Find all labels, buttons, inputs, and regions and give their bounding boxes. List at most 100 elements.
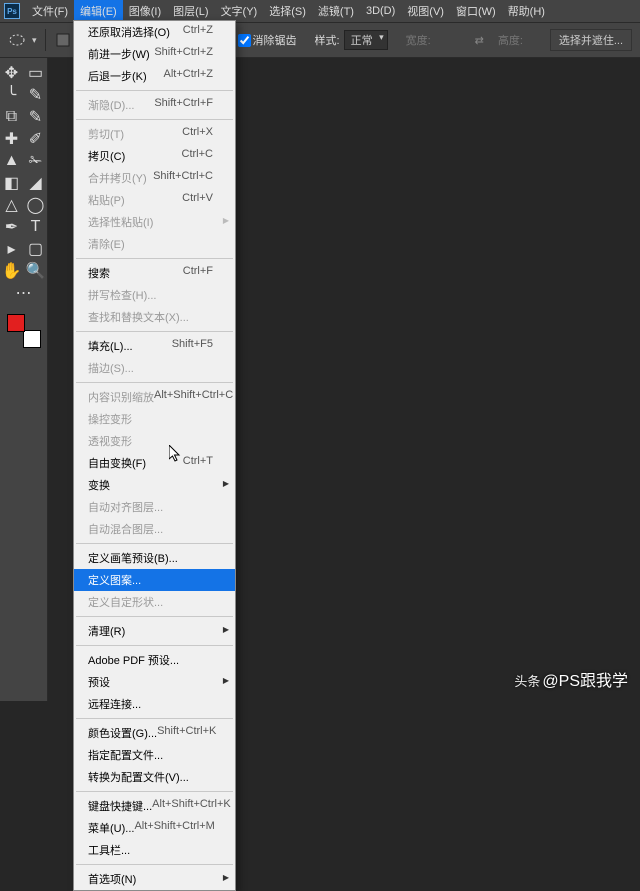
menu-item-shortcut: Shift+Ctrl+Z — [154, 46, 213, 62]
menu-item-label: 拷贝(C) — [88, 148, 125, 164]
menu-item[interactable]: 预设 — [74, 671, 235, 693]
menu-image[interactable]: 图像(I) — [123, 0, 167, 22]
menu-item[interactable]: 定义画笔预设(B)... — [74, 547, 235, 569]
gradient-tool-icon[interactable]: ◢ — [25, 173, 47, 193]
menu-item[interactable]: 工具栏... — [74, 839, 235, 861]
antialias-label: 消除锯齿 — [253, 32, 297, 48]
eyedropper-tool-icon[interactable]: ✎ — [25, 107, 47, 127]
foreground-swatch[interactable] — [7, 314, 25, 332]
menu-layer[interactable]: 图层(L) — [167, 0, 214, 22]
menu-separator — [76, 90, 233, 91]
history-brush-tool-icon[interactable]: ✁ — [25, 151, 47, 171]
menu-item[interactable]: 颜色设置(G)...Shift+Ctrl+K — [74, 722, 235, 744]
background-swatch[interactable] — [23, 330, 41, 348]
menu-item-shortcut: Alt+Ctrl+Z — [163, 68, 213, 84]
menu-window[interactable]: 窗口(W) — [450, 0, 502, 22]
edit-menu-dropdown: 还原取消选择(O)Ctrl+Z前进一步(W)Shift+Ctrl+Z后退一步(K… — [73, 20, 236, 891]
menu-item[interactable]: 指定配置文件... — [74, 744, 235, 766]
menu-separator — [76, 791, 233, 792]
menu-item: 操控变形 — [74, 408, 235, 430]
shape-tool-icon[interactable]: ▢ — [25, 239, 47, 259]
lasso-tool-icon[interactable]: ╰ — [1, 85, 23, 105]
menu-item-label: Adobe PDF 预设... — [88, 652, 179, 668]
menu-item-label: 自由变换(F) — [88, 455, 146, 471]
menu-item[interactable]: 自由变换(F) Ctrl+T — [74, 452, 235, 474]
eraser-tool-icon[interactable]: ◧ — [1, 173, 23, 193]
menu-item-shortcut: Ctrl+F — [183, 265, 213, 281]
healing-tool-icon[interactable]: ✚ — [1, 129, 23, 149]
hand-tool-icon[interactable]: ✋ — [1, 261, 23, 281]
menu-type[interactable]: 文字(Y) — [215, 0, 264, 22]
menu-item[interactable]: 键盘快捷键...Alt+Shift+Ctrl+K — [74, 795, 235, 817]
menu-item-label: 清理(R) — [88, 623, 125, 639]
menu-edit[interactable]: 编辑(E) — [74, 0, 123, 22]
menu-filter[interactable]: 滤镜(T) — [312, 0, 360, 22]
menu-item[interactable]: 还原取消选择(O)Ctrl+Z — [74, 21, 235, 43]
menu-select[interactable]: 选择(S) — [263, 0, 312, 22]
select-and-mask-button[interactable]: 选择并遮住... — [550, 29, 632, 51]
edit-toolbar-icon[interactable]: ⋯ — [13, 283, 35, 303]
width-label: 宽度: — [406, 32, 431, 48]
menu-3d[interactable]: 3D(D) — [360, 2, 401, 20]
zoom-tool-icon[interactable]: 🔍 — [25, 261, 47, 281]
menu-item[interactable]: 菜单(U)...Alt+Shift+Ctrl+M — [74, 817, 235, 839]
menu-separator — [76, 718, 233, 719]
menu-item[interactable]: 前进一步(W)Shift+Ctrl+Z — [74, 43, 235, 65]
menu-item-label: 后退一步(K) — [88, 68, 147, 84]
blur-tool-icon[interactable]: △ — [1, 195, 23, 215]
menu-item[interactable]: 远程连接... — [74, 693, 235, 715]
path-select-tool-icon[interactable]: ▸ — [1, 239, 23, 259]
menu-item-shortcut: Alt+Shift+Ctrl+M — [134, 820, 214, 836]
color-swatches[interactable] — [7, 314, 41, 348]
move-tool-icon[interactable]: ✥ — [1, 63, 23, 83]
crop-tool-icon[interactable]: ⧉ — [1, 107, 23, 127]
menu-item[interactable]: 搜索Ctrl+F — [74, 262, 235, 284]
menu-item-shortcut: Ctrl+X — [182, 126, 213, 142]
menu-item[interactable]: 变换 — [74, 474, 235, 496]
menu-item: 清除(E) — [74, 233, 235, 255]
new-selection-icon[interactable] — [54, 31, 72, 49]
menu-item[interactable]: 后退一步(K) Alt+Ctrl+Z — [74, 65, 235, 87]
menu-item-label: 拼写检查(H)... — [88, 287, 156, 303]
menu-separator — [76, 543, 233, 544]
pen-tool-icon[interactable]: ✒ — [1, 217, 23, 237]
height-label: 高度: — [498, 32, 523, 48]
menu-item[interactable]: 转换为配置文件(V)... — [74, 766, 235, 788]
dodge-tool-icon[interactable]: ◯ — [25, 195, 47, 215]
antialias-checkbox[interactable] — [238, 34, 251, 47]
menu-item[interactable]: Adobe PDF 预设... — [74, 649, 235, 671]
menu-view[interactable]: 视图(V) — [401, 0, 450, 22]
menu-separator — [76, 382, 233, 383]
menu-item-shortcut: Ctrl+T — [183, 455, 213, 471]
stamp-tool-icon[interactable]: ▲ — [1, 151, 23, 171]
menu-item-label: 透视变形 — [88, 433, 132, 449]
menu-item-label: 还原取消选择(O) — [88, 24, 170, 40]
menu-item-label: 首选项(N) — [88, 871, 136, 887]
menu-item[interactable]: 拷贝(C)Ctrl+C — [74, 145, 235, 167]
menu-item: 自动对齐图层... — [74, 496, 235, 518]
menu-item: 描边(S)... — [74, 357, 235, 379]
menu-help[interactable]: 帮助(H) — [502, 0, 551, 22]
menu-item[interactable]: 首选项(N) — [74, 868, 235, 890]
brush-tool-icon[interactable]: ✐ — [25, 129, 47, 149]
menu-separator — [76, 864, 233, 865]
type-tool-icon[interactable]: T — [25, 217, 47, 237]
menu-item[interactable]: 填充(L)...Shift+F5 — [74, 335, 235, 357]
menu-item: 定义自定形状... — [74, 591, 235, 613]
menu-item-label: 内容识别缩放 — [88, 389, 154, 405]
menu-item-label: 定义图案... — [88, 572, 141, 588]
menu-item-shortcut: Alt+Shift+Ctrl+C — [154, 389, 233, 405]
menu-item[interactable]: 定义图案... — [74, 569, 235, 591]
artboard-tool-icon[interactable]: ▭ — [25, 63, 47, 83]
menu-item-label: 工具栏... — [88, 842, 130, 858]
style-dropdown[interactable]: 正常 — [344, 30, 388, 50]
ellipse-marquee-icon[interactable] — [8, 31, 26, 49]
menu-item: 拼写检查(H)... — [74, 284, 235, 306]
quick-select-tool-icon[interactable]: ✎ — [25, 85, 47, 105]
menu-item-label: 颜色设置(G)... — [88, 725, 157, 741]
menu-file[interactable]: 文件(F) — [26, 0, 74, 22]
menu-item-label: 清除(E) — [88, 236, 125, 252]
menu-item-label: 选择性粘贴(I) — [88, 214, 153, 230]
menu-item[interactable]: 清理(R) — [74, 620, 235, 642]
menu-item-label: 粘贴(P) — [88, 192, 125, 208]
